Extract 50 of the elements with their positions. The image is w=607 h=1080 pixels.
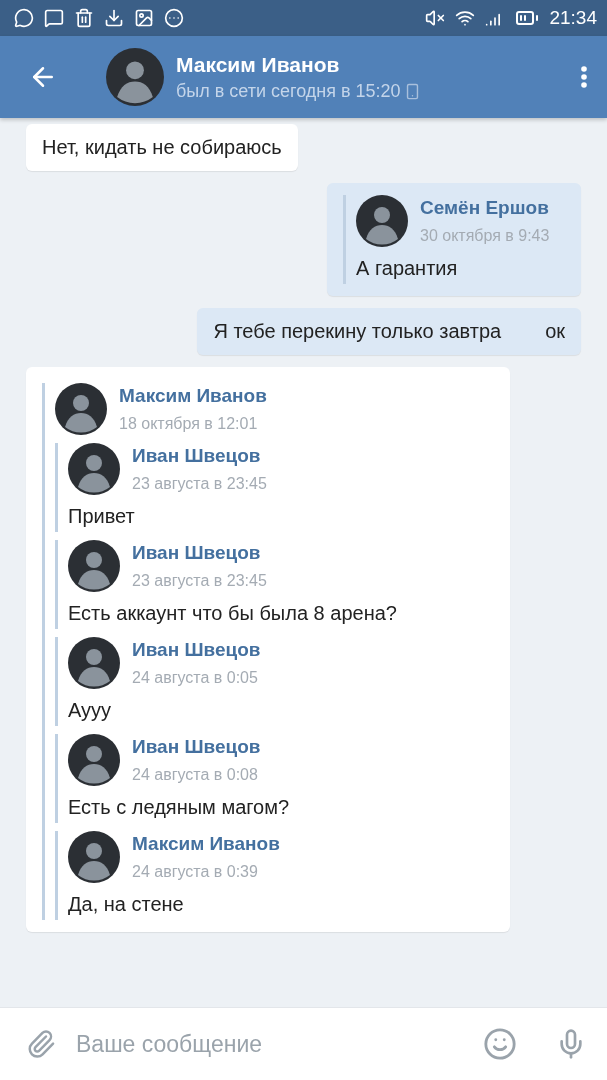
smiley-icon — [483, 1027, 517, 1061]
sender-name[interactable]: Иван Швецов — [132, 542, 267, 564]
sender-name[interactable]: Иван Швецов — [132, 445, 267, 467]
avatar — [68, 540, 120, 592]
attach-button[interactable] — [26, 1029, 56, 1059]
message-date: 24 августа в 0:05 — [132, 669, 259, 687]
message-icon — [44, 8, 64, 28]
mute-icon — [425, 8, 446, 28]
more-icon — [164, 8, 184, 28]
message-text: Да, на стене — [68, 892, 185, 917]
message-text: Аууу — [68, 698, 113, 723]
message-text: Привет — [68, 504, 136, 529]
contact-name: Максим Иванов — [176, 52, 341, 77]
avatar — [68, 831, 120, 883]
message-date: 30 октября в 9:43 — [420, 227, 550, 245]
wifi-icon — [455, 8, 476, 28]
message-text: А гарантия — [356, 256, 459, 281]
sender-name[interactable]: Иван Швецов — [132, 639, 261, 661]
sender-name[interactable]: Максим Иванов — [132, 833, 280, 855]
sender-name[interactable]: Иван Швецов — [132, 736, 261, 758]
avatar — [68, 443, 120, 495]
image-icon — [134, 8, 154, 28]
message-date: 24 августа в 0:08 — [132, 766, 259, 784]
message-date: 23 августа в 23:45 — [132, 572, 267, 590]
last-seen-status: был в сети сегодня в 15:20 — [176, 80, 401, 102]
avatar — [68, 637, 120, 689]
chat-bubble-icon — [14, 8, 34, 28]
message-field[interactable]: Ваше сообщение — [0, 1007, 607, 1080]
sender-name[interactable]: Максим Иванов — [119, 385, 267, 407]
message-date: 18 октября в 12:01 — [119, 415, 259, 433]
message-text: Есть с ледяным магом? — [68, 795, 291, 820]
menu-icon — [581, 66, 587, 88]
message-text: Есть аккаунт что бы была 8 арена? — [68, 601, 398, 626]
message-date: 23 августа в 23:45 — [132, 475, 267, 493]
sender-name[interactable]: Семён Ершов — [420, 197, 550, 219]
avatar — [106, 48, 164, 106]
download-icon — [104, 8, 124, 28]
avatar — [55, 383, 107, 435]
emoji-button[interactable] — [483, 1027, 517, 1061]
message-text: ок — [545, 320, 565, 343]
paperclip-icon — [26, 1029, 56, 1059]
menu-button[interactable] — [581, 66, 587, 88]
message-date: 24 августа в 0:39 — [132, 863, 259, 881]
message-text: Нет, кидать не собираюсь — [42, 136, 282, 159]
message-text: Я тебе перекину только завтра — [213, 320, 502, 343]
avatar — [68, 734, 120, 786]
avatar — [356, 195, 408, 247]
trash-icon — [74, 8, 94, 28]
clock: 21:34 — [549, 7, 597, 29]
message-input[interactable]: Ваше сообщение — [74, 1029, 465, 1059]
